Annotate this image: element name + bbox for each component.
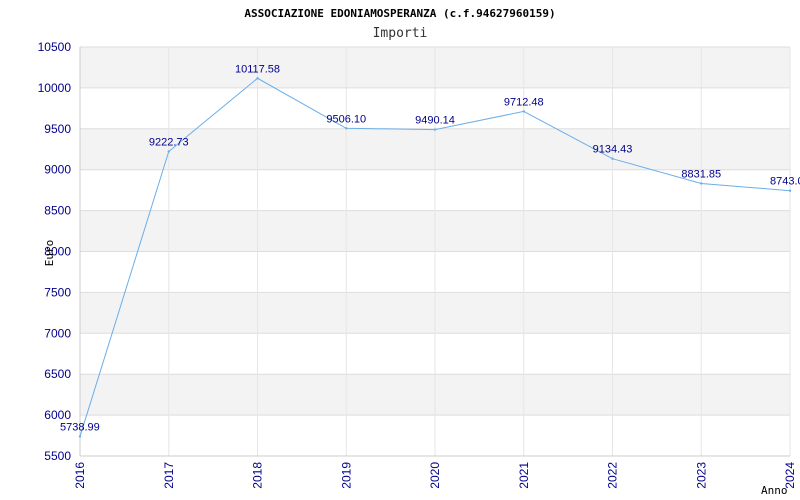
data-point [788,189,792,192]
x-tick-label: 2020 [428,462,442,489]
chart-canvas: 5500600065007000750080008500900095001000… [38,7,800,497]
x-tick-label: 2021 [517,462,531,489]
data-point [522,110,525,113]
data-point [345,127,348,130]
y-tick-label: 7000 [44,326,71,340]
data-label: 9134.43 [593,144,633,156]
x-tick-label: 2016 [73,462,87,489]
y-tick-label: 6000 [44,408,71,422]
y-tick-label: 9000 [44,163,71,177]
chart-subtitle: Importi [373,26,428,41]
data-label: 10117.58 [235,63,280,75]
y-tick-label: 5500 [44,449,71,463]
y-tick-label: 7500 [44,285,71,299]
data-label: 9490.14 [415,115,455,127]
data-point [256,77,259,80]
x-axis-label: Anno [761,484,788,497]
data-point [167,150,170,153]
y-tick-label: 8500 [44,204,71,218]
x-tick-label: 2022 [606,462,620,489]
y-tick-label: 10000 [38,81,72,95]
data-label: 9222.73 [149,136,189,148]
x-tick-labels: 2016 2017 2018 2019 2020 2021 2022 2023 2024 [73,462,797,489]
x-tick-label: 2018 [251,462,265,489]
data-point [700,182,703,185]
y-tick-label: 6500 [44,367,71,381]
y-tick-label: 10500 [38,40,72,54]
data-label: 9506.10 [326,113,366,125]
x-tick-label: 2023 [694,462,708,489]
data-point [611,157,614,160]
data-label: 9712.48 [504,96,544,108]
data-label: 8831.85 [681,168,721,180]
data-point [78,435,82,438]
chart-title: ASSOCIAZIONE EDONIAMOSPERANZA (c.f.94627… [244,7,555,20]
data-label: 5738.99 [60,421,100,433]
x-tick-label: 2019 [339,462,353,489]
x-tick-label: 2017 [162,462,176,489]
data-label: 8743.0 [770,176,800,188]
y-axis-label: Euro [43,240,56,267]
data-point [433,128,437,131]
y-tick-label: 9500 [44,122,71,136]
